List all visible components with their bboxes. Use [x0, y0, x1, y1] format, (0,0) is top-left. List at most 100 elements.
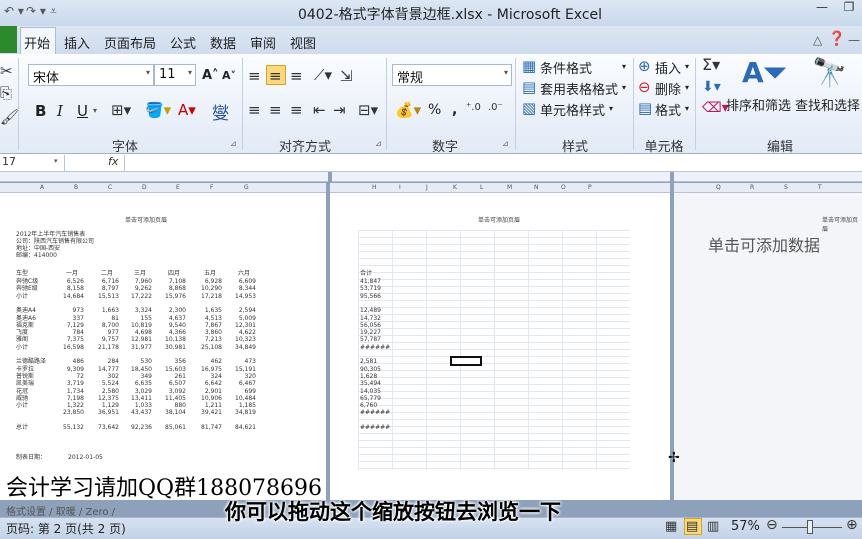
grow-font-icon[interactable]: A˄	[202, 68, 219, 83]
number-launcher-icon[interactable]: ⊿	[502, 139, 509, 148]
underline-dropdown-icon[interactable]: ▾	[93, 106, 97, 115]
column-header[interactable]: L	[480, 184, 483, 191]
column-header[interactable]: B	[74, 184, 78, 191]
page-break-view-icon[interactable]: ▥	[707, 519, 719, 534]
column-header[interactable]: T	[818, 184, 822, 191]
bold-icon[interactable]: B	[35, 102, 46, 120]
tab-formulas[interactable]: 公式	[170, 33, 196, 52]
column-header[interactable]: O	[561, 184, 566, 191]
delete-cells-icon[interactable]: ⊖	[638, 78, 651, 96]
column-header[interactable]: P	[588, 184, 592, 191]
format-as-table-icon[interactable]: ▤	[522, 78, 536, 96]
align-middle-icon[interactable]: ≡	[269, 67, 282, 85]
insert-function-icon[interactable]: fx	[108, 155, 118, 168]
collapse-icon[interactable]: △	[813, 33, 822, 47]
format-cells-icon[interactable]: ▤	[638, 99, 652, 117]
tab-review[interactable]: 审阅	[250, 33, 276, 52]
sort-filter-icon[interactable]: A⏷	[742, 56, 786, 90]
find-select-button[interactable]: 查找和选择	[795, 95, 860, 114]
column-header[interactable]: H	[372, 184, 377, 191]
number-format-combo[interactable]: 常规	[392, 64, 512, 86]
zoom-in-icon[interactable]: ⊕	[846, 517, 858, 533]
format-as-table-button[interactable]: 套用表格格式	[540, 79, 618, 98]
font-launcher-icon[interactable]: ⊿	[230, 139, 237, 148]
tab-insert[interactable]: 插入	[64, 33, 90, 52]
align-right-icon[interactable]: ≡	[290, 101, 303, 119]
increase-decimal-icon[interactable]: ⁺.0	[466, 102, 481, 113]
font-name-dropdown-icon[interactable]: ▾	[146, 68, 150, 77]
tab-data[interactable]: 数据	[210, 33, 236, 52]
active-cell[interactable]	[450, 356, 482, 366]
format-cells-button[interactable]: 格式	[655, 100, 681, 119]
column-header[interactable]: N	[534, 184, 539, 191]
zoom-out-icon[interactable]: ⊖	[766, 517, 778, 533]
decrease-indent-icon[interactable]: ⇤	[313, 101, 326, 119]
currency-icon[interactable]: 💰▾	[395, 101, 421, 119]
sheet-tabs[interactable]: 格式设置 / 取暖 / Zero /	[6, 503, 115, 518]
qat-dropdown-icon[interactable]: ⩡	[50, 4, 57, 19]
zoom-slider-thumb[interactable]	[807, 520, 813, 534]
column-header[interactable]: M	[507, 184, 512, 191]
borders-icon[interactable]: ⊞▾	[111, 101, 131, 119]
fill-color-icon[interactable]: 🪣▾	[145, 101, 171, 119]
column-header[interactable]: S	[784, 184, 788, 191]
align-bottom-icon[interactable]: ≡	[290, 67, 303, 85]
align-top-icon[interactable]: ≡	[248, 67, 261, 85]
page-header-3[interactable]: 单击可添加页眉	[822, 215, 862, 233]
increase-indent-icon[interactable]: ⇥	[333, 101, 346, 119]
column-header[interactable]: D	[142, 184, 147, 191]
tab-page-layout[interactable]: 页面布局	[104, 33, 156, 52]
align-left-icon[interactable]: ≡	[248, 101, 261, 119]
underline-icon[interactable]: U	[77, 102, 88, 120]
column-header[interactable]: J	[426, 184, 428, 191]
zoom-level[interactable]: 57%	[731, 519, 760, 534]
percent-icon[interactable]: %	[428, 102, 441, 118]
number-format-dropdown-icon[interactable]: ▾	[504, 68, 508, 77]
wrap-text-icon[interactable]: ⇲	[340, 67, 353, 85]
conditional-format-icon[interactable]: ▦	[522, 57, 536, 75]
formula-input[interactable]	[124, 155, 862, 171]
font-color-icon[interactable]: A▾	[178, 101, 196, 119]
format-painter-icon[interactable]: 🖌	[0, 108, 19, 126]
italic-icon[interactable]: I	[57, 102, 63, 120]
fill-icon[interactable]: ⬇▾	[702, 79, 721, 95]
minimize-icon[interactable]: —	[808, 0, 836, 18]
shrink-font-icon[interactable]: A˅	[222, 69, 236, 82]
column-header[interactable]: Q	[716, 184, 721, 191]
redo-icon[interactable]: ↷ ▾	[26, 4, 46, 18]
add-data-prompt[interactable]: 单击可添加数据	[708, 232, 820, 256]
insert-cells-icon[interactable]: ⊕	[638, 57, 651, 75]
clear-icon[interactable]: ⌫▾	[702, 100, 729, 116]
font-size-dropdown-icon[interactable]: ▾	[188, 68, 192, 77]
restore-icon[interactable]: ❐	[835, 0, 862, 18]
tab-file[interactable]	[0, 26, 17, 53]
column-header[interactable]: C	[108, 184, 112, 191]
column-header[interactable]: K	[453, 184, 457, 191]
column-header[interactable]: G	[244, 184, 249, 191]
undo-icon[interactable]: ↶ ▾	[4, 4, 24, 18]
page-layout-view-icon[interactable]: ▤	[686, 519, 698, 534]
normal-view-icon[interactable]: ▦	[665, 519, 677, 534]
name-box-dropdown-icon[interactable]: ▾	[54, 157, 58, 165]
find-select-icon[interactable]: 🔭	[812, 56, 847, 89]
decrease-decimal-icon[interactable]: .0⁻	[488, 102, 503, 113]
data-table[interactable]: 车型 一月 二月 三月 四月 五月 六月 奔驰C级 6,526 6,716 7,960 7,108 6,…	[16, 270, 266, 450]
cell-styles-button[interactable]: 单元格样式	[540, 100, 605, 119]
font-name-combo[interactable]: 宋体	[28, 64, 154, 86]
alignment-launcher-icon[interactable]: ⊿	[375, 139, 382, 148]
column-header[interactable]: E	[176, 184, 180, 191]
merge-center-icon[interactable]: ⊟▾	[358, 101, 378, 119]
page-header-2[interactable]: 单击可添加页眉	[478, 215, 520, 224]
align-center-icon[interactable]: ≡	[269, 101, 282, 119]
insert-cells-button[interactable]: 插入	[655, 58, 681, 77]
delete-cells-button[interactable]: 删除	[655, 79, 681, 98]
autosum-icon[interactable]: Σ▾	[702, 55, 720, 74]
page-header-1[interactable]: 单击可添加页眉	[125, 215, 167, 224]
comma-icon[interactable]: ,	[452, 102, 457, 118]
column-header[interactable]: R	[750, 184, 754, 191]
tab-view[interactable]: 视图	[290, 33, 316, 52]
cut-icon[interactable]: ✂	[0, 62, 13, 80]
minimize-ribbon-icon[interactable]: —	[848, 33, 860, 47]
help-icon[interactable]: ❓	[828, 31, 845, 47]
column-header[interactable]: F	[210, 184, 213, 191]
